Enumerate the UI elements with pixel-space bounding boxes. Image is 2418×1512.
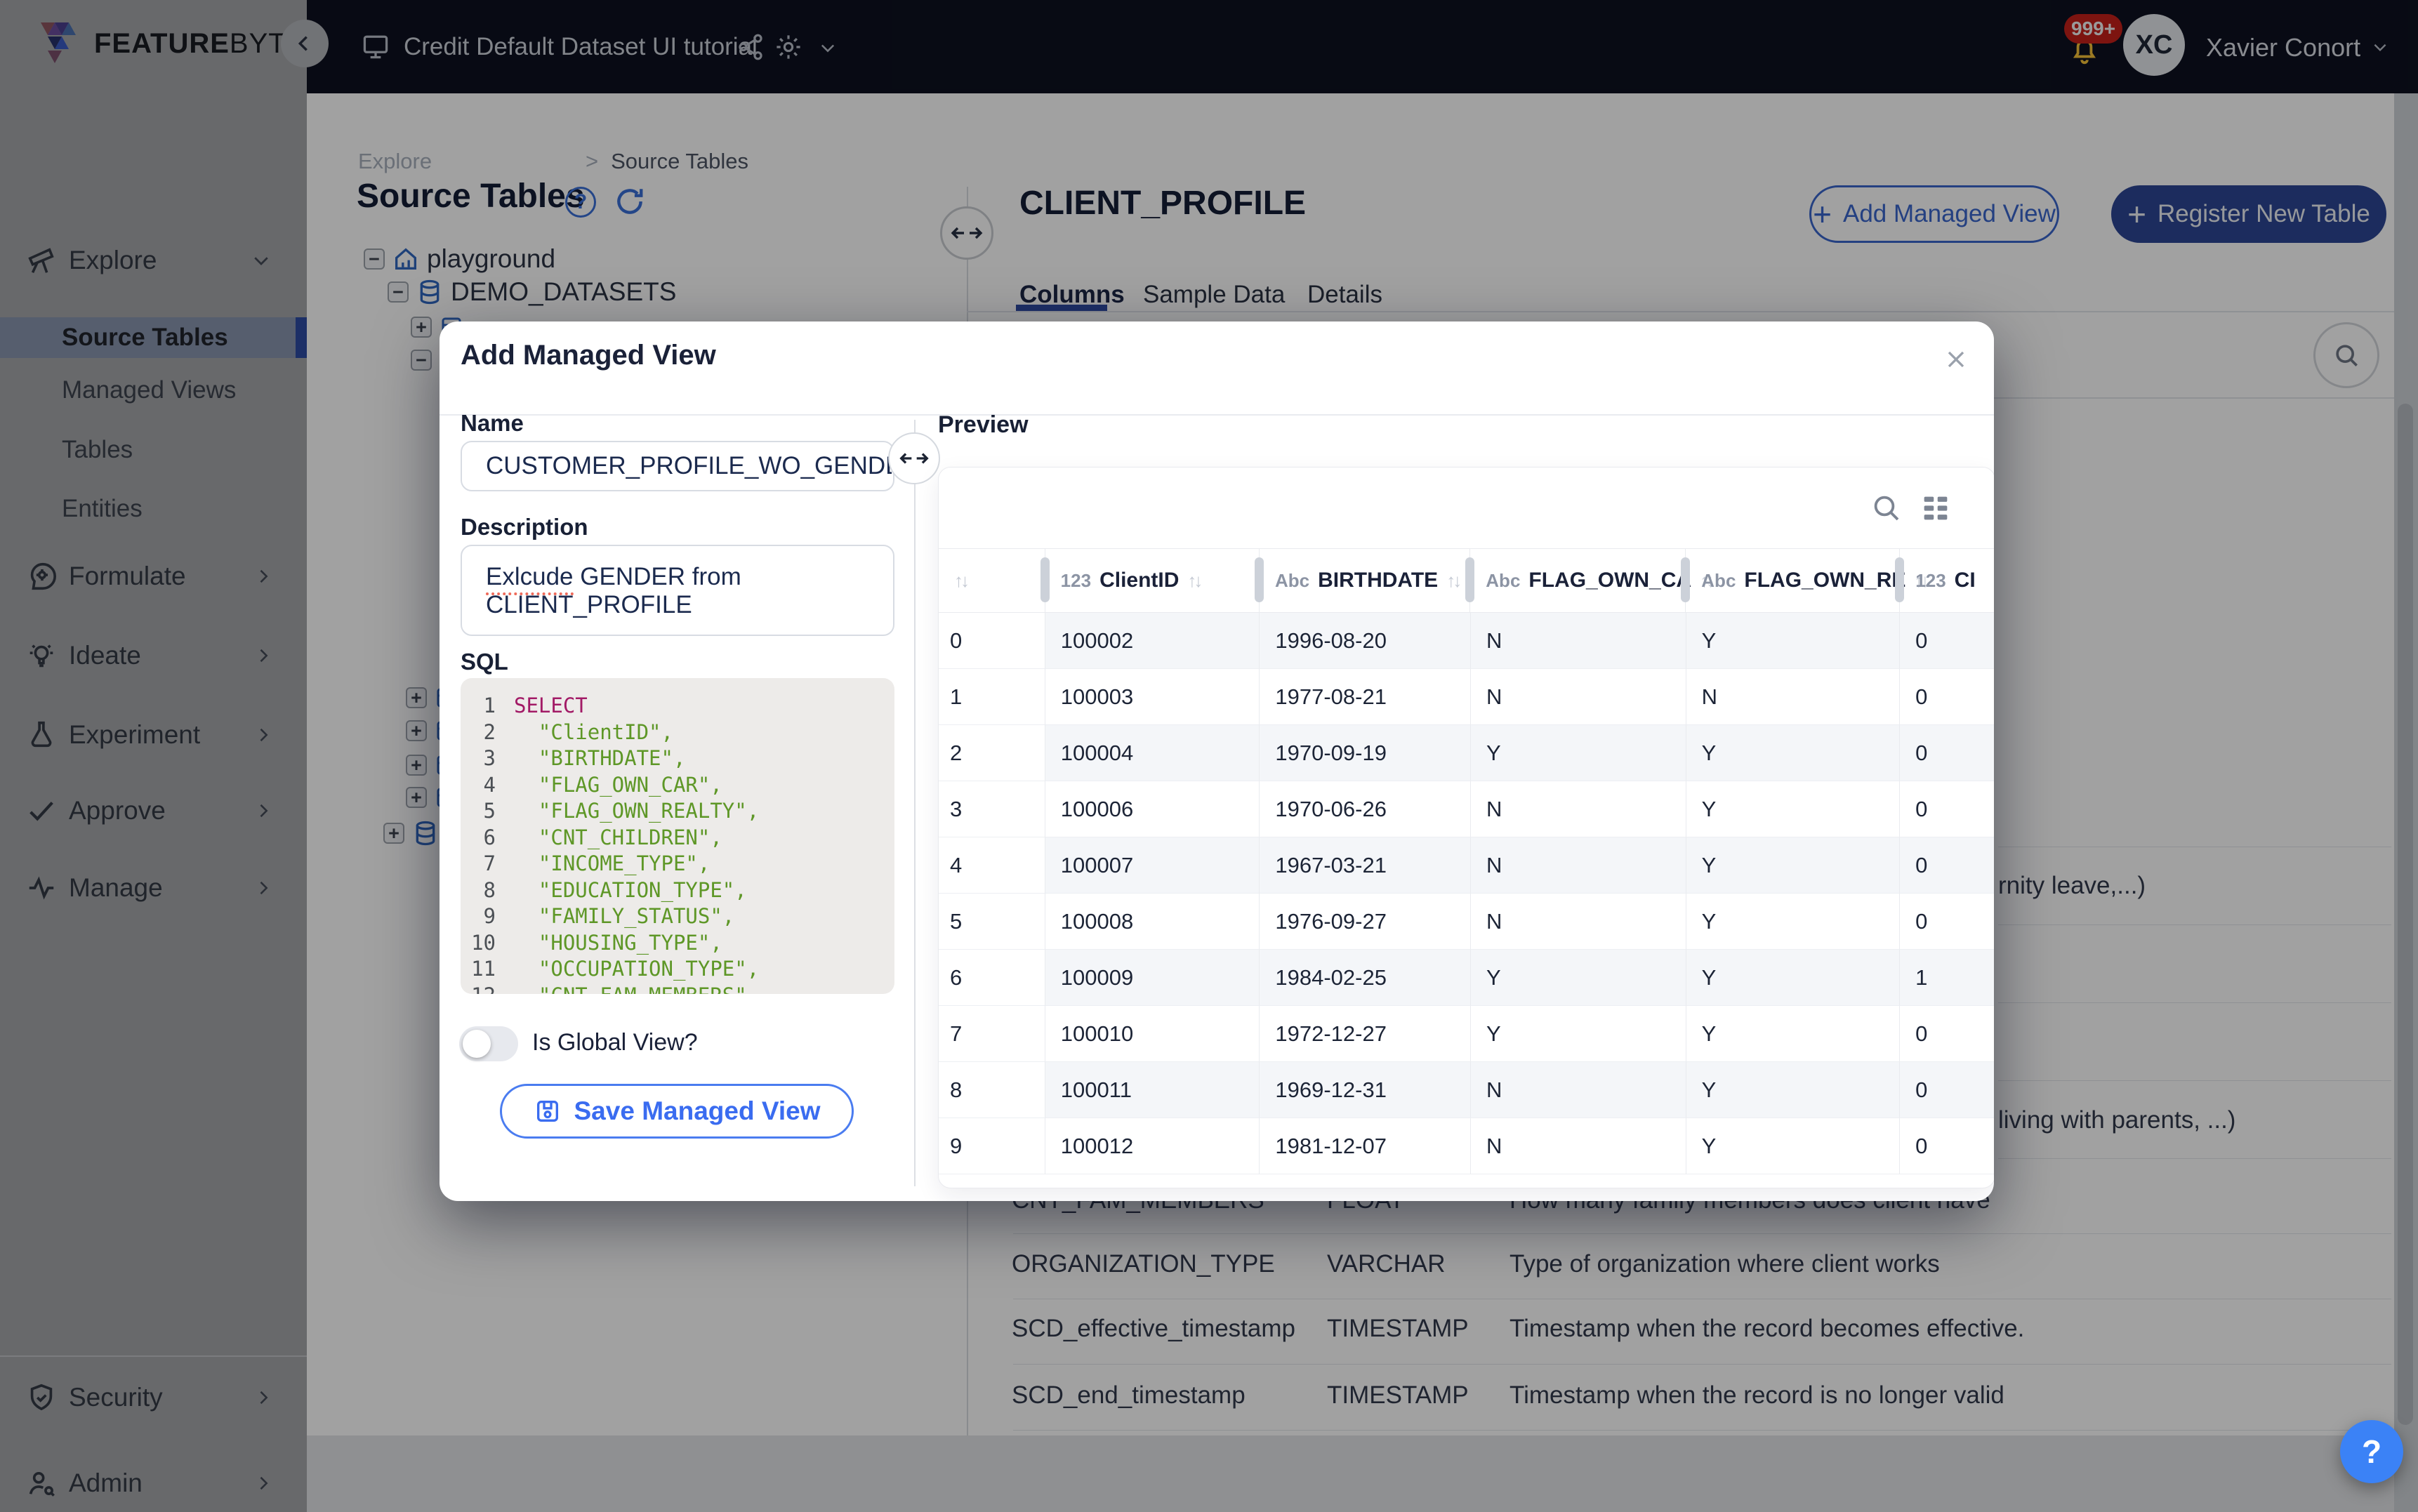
column-header-flag-own-car[interactable]: AbcFLAG_OWN_CA↑↓ [1470, 549, 1686, 612]
is-global-view-toggle[interactable] [459, 1026, 518, 1061]
modal-panel-divider [914, 420, 916, 1186]
sql-editor[interactable]: 1SELECT 2 "ClientID", 3 "BIRTHDATE", 4 "… [461, 678, 894, 994]
column-header-cnt-children[interactable]: 123CI [1900, 549, 1994, 612]
close-icon[interactable] [1942, 345, 1970, 373]
search-icon[interactable] [1869, 491, 1903, 524]
sql-label: SQL [461, 649, 508, 675]
sort-icon: ↑↓ [954, 570, 967, 592]
preview-label: Preview [938, 411, 1029, 439]
preview-toolbar [939, 467, 1994, 548]
table-row[interactable]: 21000041970-09-19YY0 [939, 725, 1994, 781]
preview-header-row: ↑↓ 123ClientID↑↓ AbcBIRTHDATE↑↓ AbcFLAG_… [939, 548, 1994, 613]
save-managed-view-button[interactable]: Save Managed View [500, 1084, 854, 1139]
index-column-header[interactable]: ↑↓ [939, 549, 1045, 612]
toggle-label: Is Global View? [532, 1029, 698, 1056]
modal-title: Add Managed View [461, 340, 716, 371]
columns-settings-icon[interactable] [1920, 494, 1951, 522]
table-row[interactable]: 41000071967-03-21NY0 [939, 837, 1994, 894]
column-resize-handle[interactable] [1895, 557, 1904, 602]
column-resize-handle[interactable] [1681, 557, 1690, 602]
table-row[interactable]: 91000121981-12-07NY0 [939, 1118, 1994, 1174]
column-header-birthdate[interactable]: AbcBIRTHDATE↑↓ [1260, 549, 1470, 612]
description-input[interactable]: Exlcude GENDER from CLIENT_PROFILE [461, 545, 894, 636]
table-row[interactable]: 61000091984-02-25YY1 [939, 950, 1994, 1006]
column-header-flag-own-realty[interactable]: AbcFLAG_OWN_RE↑↓ [1686, 549, 1900, 612]
name-input[interactable] [461, 441, 894, 491]
column-resize-handle[interactable] [1465, 557, 1474, 602]
preview-table: ↑↓ 123ClientID↑↓ AbcBIRTHDATE↑↓ AbcFLAG_… [938, 467, 1994, 1188]
add-managed-view-modal: Add Managed View Name Description Exlcud… [440, 321, 1994, 1201]
toggle-knob [463, 1030, 491, 1058]
description-label: Description [461, 514, 588, 541]
table-row[interactable]: 31000061970-06-26NY0 [939, 781, 1994, 837]
modal-header-divider [440, 414, 1994, 416]
name-label: Name [461, 410, 524, 437]
table-row[interactable]: 01000021996-08-20NY0 [939, 613, 1994, 669]
column-resize-handle[interactable] [1255, 557, 1264, 602]
table-row[interactable]: 51000081976-09-27NY0 [939, 894, 1994, 950]
sort-icon: ↑↓ [1187, 570, 1200, 592]
modal-resize-handle[interactable] [888, 432, 940, 484]
table-row[interactable]: 11000031977-08-21NN0 [939, 669, 1994, 725]
column-resize-handle[interactable] [1040, 557, 1050, 602]
help-button[interactable]: ? [2340, 1420, 2403, 1483]
sort-icon: ↑↓ [1446, 570, 1459, 592]
app: Credit Default Dataset UI tutorial 999+ … [0, 0, 2418, 1512]
table-row[interactable]: 81000111969-12-31NY0 [939, 1062, 1994, 1118]
save-icon [534, 1097, 562, 1125]
column-header-clientid[interactable]: 123ClientID↑↓ [1045, 549, 1260, 612]
table-row[interactable]: 71000101972-12-27YY0 [939, 1006, 1994, 1062]
